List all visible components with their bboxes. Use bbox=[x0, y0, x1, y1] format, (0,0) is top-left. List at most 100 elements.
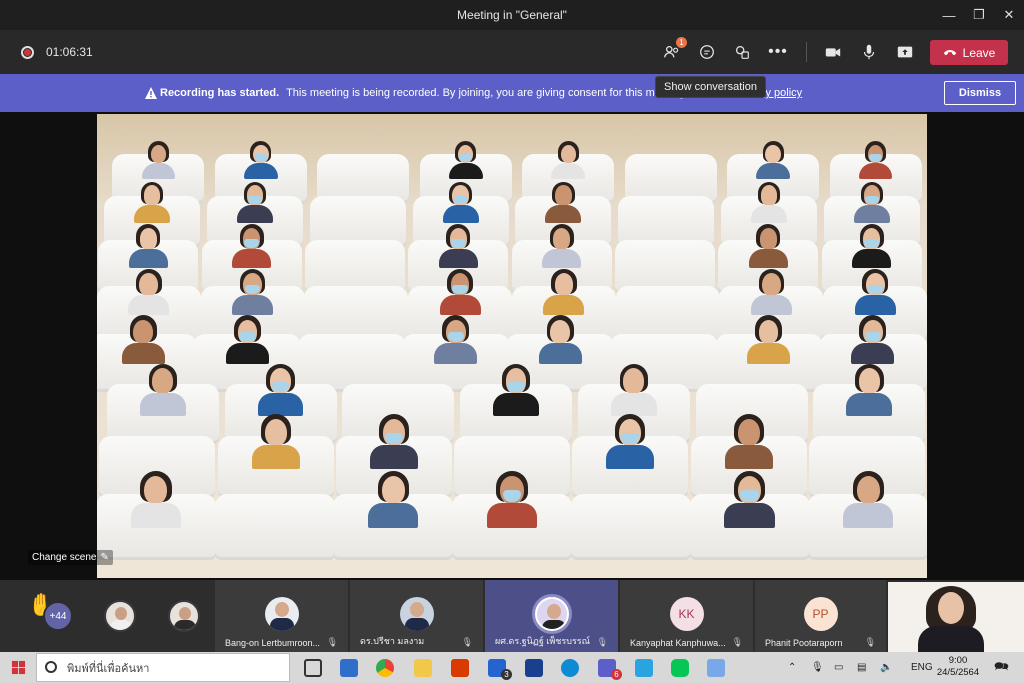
start-button[interactable] bbox=[0, 652, 36, 683]
tray-mic-icon: 🎙 bbox=[811, 662, 824, 673]
windows-taskbar: พิมพ์ที่นี่เพื่อค้นหา 3 6 ⌃ 🎙 ▭ ▤ 🔈 ENG … bbox=[0, 652, 1024, 683]
edge-icon[interactable] bbox=[561, 659, 579, 677]
tray-chevron-icon[interactable]: ⌃ bbox=[788, 652, 796, 683]
participant-tile[interactable]: Bang-on Lertbumroon... 🎙 bbox=[215, 580, 348, 652]
participant-name: Bang-on Lertbumroon... bbox=[225, 638, 321, 648]
clock-date: 24/5/2564 bbox=[936, 667, 980, 678]
banner-message: Recording has started. This meeting is b… bbox=[160, 87, 685, 99]
banner-text: This meeting is being recorded. By joini… bbox=[286, 87, 685, 99]
mic-muted-icon: 🎙 bbox=[461, 637, 473, 647]
leave-label: Leave bbox=[962, 45, 996, 60]
participant-video[interactable] bbox=[841, 363, 898, 431]
task-view-icon[interactable] bbox=[304, 659, 322, 677]
mic-button[interactable] bbox=[856, 40, 882, 64]
mic-muted-icon: 🎙 bbox=[326, 637, 338, 647]
office-icon[interactable] bbox=[451, 659, 469, 677]
battery-icon[interactable]: ▭ bbox=[834, 652, 843, 683]
participant-video[interactable] bbox=[481, 470, 544, 545]
mic-muted-icon: 🎙 bbox=[864, 637, 876, 647]
change-scene-button[interactable]: Change scene ✎ bbox=[28, 550, 113, 565]
participant-name: ดร.ปรีชา มลงาม bbox=[360, 636, 425, 646]
volume-icon[interactable]: 🔈 bbox=[880, 652, 892, 683]
system-clock[interactable]: 9:00 24/5/2564 bbox=[935, 655, 981, 679]
rooms-button[interactable] bbox=[729, 40, 755, 64]
teams-icon[interactable]: 6 bbox=[598, 659, 622, 680]
window-controls: — ❐ ✕ bbox=[934, 0, 1024, 30]
avatar bbox=[534, 597, 569, 631]
participant-tile[interactable]: ดร.ปรีชา มลงาม 🎙 bbox=[350, 580, 483, 652]
search-icon bbox=[45, 661, 57, 673]
avatar bbox=[399, 597, 434, 631]
chrome-icon[interactable] bbox=[376, 659, 394, 677]
self-view-video[interactable] bbox=[888, 582, 1024, 652]
hang-up-icon bbox=[943, 50, 956, 56]
word-icon[interactable] bbox=[525, 659, 543, 677]
warning-icon bbox=[145, 87, 157, 99]
participant-video[interactable] bbox=[718, 470, 781, 545]
banner-bold: Recording has started. bbox=[160, 87, 280, 99]
initials-avatar: PP bbox=[803, 597, 838, 631]
participant-video[interactable] bbox=[837, 470, 900, 545]
teams-badge: 6 bbox=[611, 669, 622, 680]
meeting-toolbar: 01:06:31 1 ••• bbox=[0, 30, 1024, 74]
window-title: Meeting in "General" bbox=[457, 8, 567, 22]
search-placeholder: พิมพ์ที่นี่เพื่อค้นหา bbox=[67, 662, 150, 675]
participant-name: ผศ.ดร.ฐนิฏฐ์ เพ็ชรบรรณ์ bbox=[495, 636, 590, 646]
pencil-icon: ✎ bbox=[100, 552, 109, 563]
close-icon[interactable]: ✕ bbox=[994, 0, 1024, 30]
participant-tile[interactable]: PP Phanit Pootaraporn 🎙 bbox=[755, 580, 886, 652]
title-bar: Meeting in "General" — ❐ ✕ bbox=[0, 0, 1024, 30]
participant-video[interactable] bbox=[429, 315, 483, 378]
notes-icon[interactable] bbox=[707, 659, 725, 677]
participant-name: Phanit Pootaraporn bbox=[765, 638, 843, 648]
store-icon[interactable] bbox=[340, 659, 358, 677]
camera-icon bbox=[825, 48, 841, 57]
participant-video[interactable] bbox=[488, 363, 545, 431]
taskbar-search[interactable]: พิมพ์ที่นี่เพื่อค้นหา bbox=[36, 653, 290, 682]
initials-avatar: KK bbox=[669, 597, 704, 631]
restore-icon[interactable]: ❐ bbox=[964, 0, 994, 30]
participants-badge: 1 bbox=[676, 37, 687, 48]
minimize-icon[interactable]: — bbox=[934, 0, 964, 30]
meeting-timer: 01:06:31 bbox=[46, 45, 93, 59]
auditorium-chair bbox=[570, 494, 691, 560]
participant-strip: ✋ +44 Bang-on Lertbumroon... 🎙 ดร.ปรีชา … bbox=[0, 580, 1024, 652]
privacy-policy-link[interactable]: cy policy bbox=[760, 87, 802, 99]
avatar[interactable] bbox=[104, 600, 136, 632]
dismiss-button[interactable]: Dismiss bbox=[944, 81, 1016, 105]
language-indicator[interactable]: ENG bbox=[911, 652, 933, 683]
microphone-icon bbox=[863, 44, 875, 60]
file-explorer-icon[interactable] bbox=[414, 659, 432, 677]
chat-button[interactable] bbox=[694, 40, 720, 64]
participant-video[interactable] bbox=[742, 315, 796, 378]
auditorium-chair bbox=[214, 494, 335, 560]
share-button[interactable] bbox=[892, 40, 918, 64]
change-scene-label: Change scene bbox=[32, 552, 97, 563]
participant-video[interactable] bbox=[246, 414, 306, 484]
windows-icon bbox=[11, 660, 25, 675]
participant-video[interactable] bbox=[134, 363, 191, 431]
avatar[interactable] bbox=[168, 600, 200, 632]
more-actions-button[interactable]: ••• bbox=[765, 40, 791, 64]
participant-name: Kanyaphat Kanphuwa... bbox=[630, 638, 726, 648]
more-participants[interactable]: +44 bbox=[43, 601, 73, 631]
network-icon[interactable]: ▤ bbox=[857, 652, 866, 683]
participant-video[interactable] bbox=[124, 470, 187, 545]
more-icon: ••• bbox=[768, 43, 788, 60]
participants-button[interactable]: 1 bbox=[659, 37, 687, 64]
together-mode-scene bbox=[97, 114, 927, 578]
camera-button[interactable] bbox=[820, 40, 846, 64]
todo-badge: 3 bbox=[501, 669, 512, 680]
line-icon[interactable] bbox=[671, 659, 689, 677]
participant-video[interactable] bbox=[362, 470, 425, 545]
toolbar-divider bbox=[806, 42, 807, 62]
telegram-icon[interactable] bbox=[635, 659, 653, 677]
participant-video[interactable] bbox=[600, 414, 660, 484]
mic-muted-icon: 🎙 bbox=[731, 637, 743, 647]
participant-tile-speaking[interactable]: ผศ.ดร.ฐนิฏฐ์ เพ็ชรบรรณ์ 🎙 bbox=[485, 580, 618, 652]
participant-tile[interactable]: KK Kanyaphat Kanphuwa... 🎙 bbox=[620, 580, 753, 652]
notification-icon[interactable]: 🗪 bbox=[994, 652, 1009, 683]
todo-icon[interactable]: 3 bbox=[488, 659, 512, 680]
recording-banner: Recording has started. This meeting is b… bbox=[0, 74, 1024, 112]
leave-button[interactable]: Leave bbox=[930, 40, 1008, 65]
